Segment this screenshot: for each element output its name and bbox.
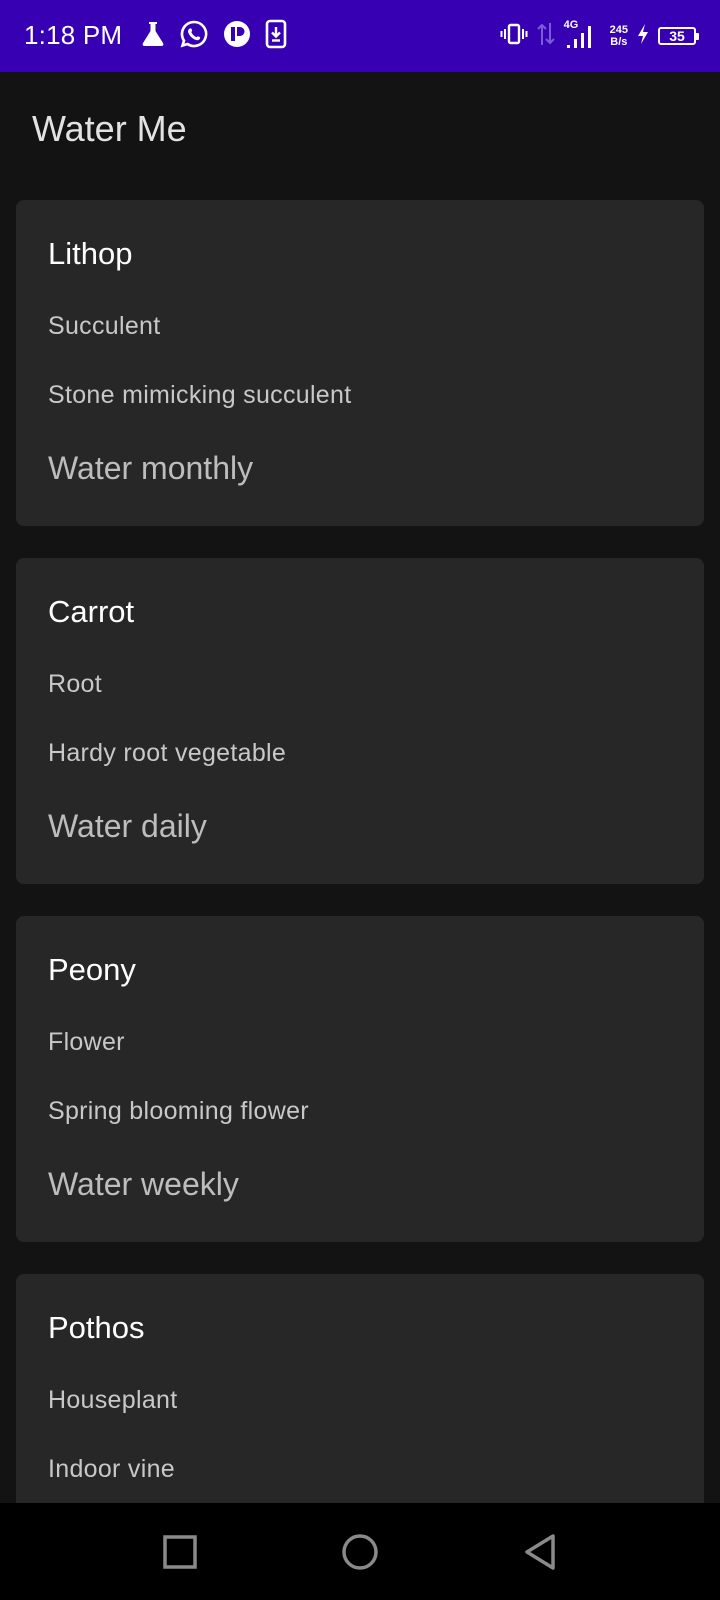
home-circle-icon bbox=[342, 1534, 378, 1570]
net-speed-value: 245 bbox=[609, 24, 628, 36]
battery-icon: 35 bbox=[658, 27, 699, 45]
plant-list[interactable]: Lithop Succulent Stone mimicking succule… bbox=[16, 200, 704, 1503]
download-icon bbox=[265, 19, 287, 54]
app-p-icon bbox=[222, 19, 252, 54]
recents-square-icon bbox=[163, 1535, 197, 1569]
net-speed: 245 B/s bbox=[610, 24, 628, 48]
flask-icon bbox=[140, 20, 166, 53]
app-bar: Water Me bbox=[0, 72, 720, 192]
plant-name: Peony bbox=[48, 952, 136, 987]
net-speed-unit: B/s bbox=[610, 36, 628, 48]
plant-type: Succulent bbox=[48, 312, 161, 340]
plant-schedule: Water monthly bbox=[48, 450, 254, 486]
plant-type: Houseplant bbox=[48, 1386, 178, 1414]
back-triangle-icon bbox=[525, 1534, 555, 1570]
battery-level: 35 bbox=[669, 28, 685, 44]
status-time: 1:18 PM bbox=[24, 20, 123, 50]
whatsapp-icon bbox=[179, 19, 209, 54]
back-button[interactable] bbox=[516, 1528, 564, 1576]
plant-card[interactable]: Peony Flower Spring blooming flower Wate… bbox=[16, 916, 704, 1242]
recents-button[interactable] bbox=[156, 1528, 204, 1576]
plant-type: Flower bbox=[48, 1028, 125, 1056]
plant-type: Root bbox=[48, 670, 103, 698]
plant-name: Lithop bbox=[48, 236, 133, 271]
plant-card[interactable]: Carrot Root Hardy root vegetable Water d… bbox=[16, 558, 704, 884]
plant-description: Spring blooming flower bbox=[48, 1097, 309, 1125]
status-bar: 1:18 PM 4G 245 B/s 35 bbox=[0, 0, 720, 72]
plant-description: Hardy root vegetable bbox=[48, 739, 287, 767]
plant-description: Stone mimicking succulent bbox=[48, 381, 352, 409]
plant-card[interactable]: Pothos Houseplant Indoor vine bbox=[16, 1274, 704, 1503]
plant-card[interactable]: Lithop Succulent Stone mimicking succule… bbox=[16, 200, 704, 526]
home-button[interactable] bbox=[336, 1528, 384, 1576]
signal-icon: 4G bbox=[564, 19, 596, 51]
plant-description: Indoor vine bbox=[48, 1455, 175, 1483]
plant-schedule: Water weekly bbox=[48, 1166, 239, 1202]
plant-name: Carrot bbox=[48, 594, 135, 629]
navigation-bar bbox=[0, 1503, 720, 1600]
charging-bolt-icon bbox=[636, 23, 650, 50]
plant-name: Pothos bbox=[48, 1310, 145, 1345]
status-system-icons: 4G 245 B/s 35 bbox=[500, 18, 699, 54]
status-notification-icons bbox=[140, 19, 287, 54]
vibrate-icon bbox=[500, 22, 528, 51]
app-title: Water Me bbox=[32, 108, 187, 149]
plant-schedule: Water daily bbox=[48, 808, 207, 844]
data-arrows-icon bbox=[536, 21, 556, 52]
